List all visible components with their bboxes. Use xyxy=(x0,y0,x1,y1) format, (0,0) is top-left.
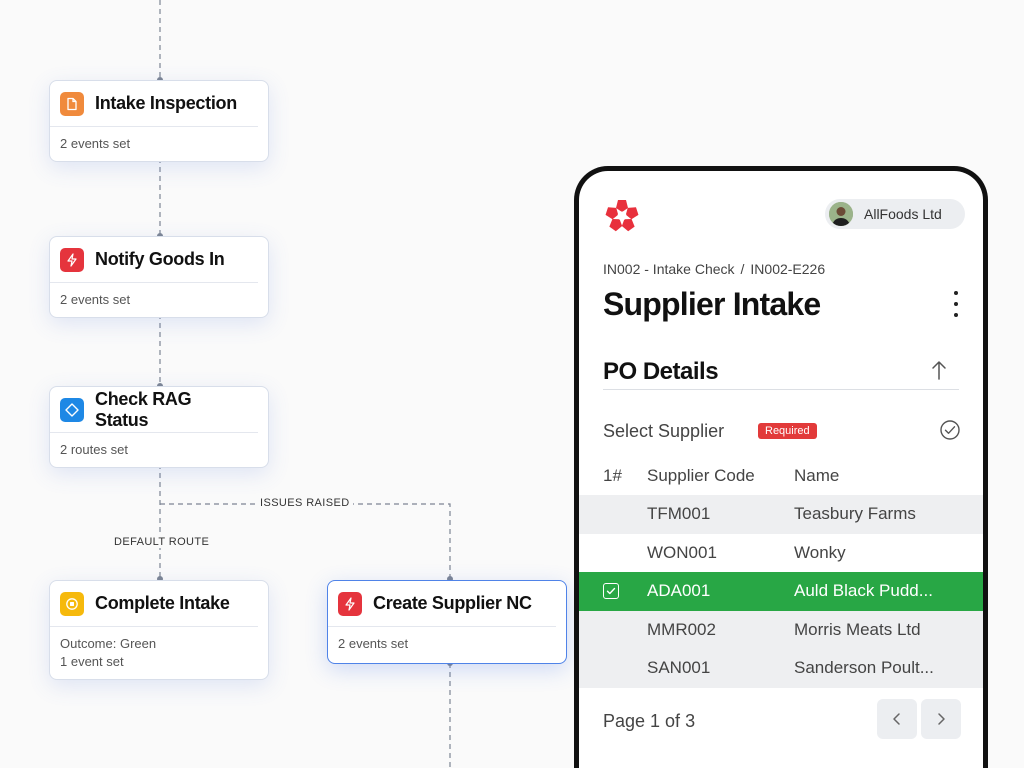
section-title: PO Details xyxy=(603,358,719,385)
lightning-icon xyxy=(338,591,362,616)
supplier-name: Wonky xyxy=(794,542,846,562)
node-title: Check RAG Status xyxy=(95,388,192,430)
check-circle-icon[interactable] xyxy=(939,419,961,441)
supplier-name: Auld Black Pudd... xyxy=(794,581,933,601)
node-detail: 2 routes set xyxy=(60,442,128,457)
column-header: 1# xyxy=(603,466,622,485)
node-detail: 2 events set xyxy=(338,636,409,651)
breadcrumb-item[interactable]: IN002 - Intake Check xyxy=(603,261,735,277)
supplier-name: Morris Meats Ltd xyxy=(794,619,921,639)
route-label-default: DEFAULT ROUTE xyxy=(111,536,213,548)
required-badge: Required xyxy=(758,423,817,439)
table-header: 1# Supplier Code Name xyxy=(579,457,983,495)
section-divider xyxy=(603,389,959,390)
node-detail: 1 event set xyxy=(60,654,124,669)
previous-page-button[interactable] xyxy=(877,699,917,739)
table-row-selected[interactable]: ADA001 Auld Black Pudd... xyxy=(579,572,983,611)
brand-logo-icon xyxy=(605,200,639,232)
org-name: AllFoods Ltd xyxy=(864,206,942,222)
node-intake-inspection[interactable]: Intake Inspection 2 events set xyxy=(49,80,269,162)
org-switcher[interactable]: AllFoods Ltd xyxy=(825,199,965,229)
breadcrumb: IN002 - Intake Check / IN002-E226 xyxy=(603,261,825,277)
supplier-code: MMR002 xyxy=(647,619,716,639)
node-complete-intake[interactable]: Complete Intake Outcome: Green 1 event s… xyxy=(49,580,269,680)
supplier-code: SAN001 xyxy=(647,658,711,678)
node-notify-goods-in[interactable]: Notify Goods In 2 events set xyxy=(49,236,269,318)
breadcrumb-separator: / xyxy=(740,261,745,277)
diamond-icon xyxy=(60,397,84,422)
supplier-code: TFM001 xyxy=(647,504,711,524)
node-title: Intake Inspection xyxy=(95,93,237,113)
supplier-code: WON001 xyxy=(647,542,717,562)
table-row[interactable]: WON001 Wonky xyxy=(579,534,983,573)
node-detail: 2 events set xyxy=(60,136,131,151)
page-title: Supplier Intake xyxy=(603,286,821,322)
node-title: Complete Intake xyxy=(95,593,230,613)
more-options-icon[interactable] xyxy=(951,291,961,317)
node-outcome: Outcome: Green xyxy=(60,636,157,651)
route-label-issues: ISSUES RAISED xyxy=(257,497,353,509)
next-page-button[interactable] xyxy=(921,699,961,739)
supplier-code: ADA001 xyxy=(647,581,711,601)
node-detail: 2 events set xyxy=(60,292,131,307)
table-row[interactable]: TFM001 Teasbury Farms xyxy=(579,495,983,534)
column-header: Name xyxy=(794,466,840,485)
phone-screen: AllFoods Ltd IN002 - Intake Check / IN002-… xyxy=(579,171,983,768)
pagination-label: Page 1 of 3 xyxy=(603,711,696,731)
node-create-supplier-nc[interactable]: Create Supplier NC 2 events set xyxy=(327,580,567,664)
column-header: Supplier Code xyxy=(647,466,755,485)
field-label: Select Supplier xyxy=(603,421,725,441)
chevron-left-icon xyxy=(893,713,900,725)
lightning-icon xyxy=(60,247,84,272)
supplier-name: Teasbury Farms xyxy=(794,504,916,524)
node-check-rag-status[interactable]: Check RAG Status 2 routes set xyxy=(49,386,269,468)
table-row[interactable]: SAN001 Sanderson Poult... xyxy=(579,649,983,688)
breadcrumb-item[interactable]: IN002-E226 xyxy=(750,261,825,277)
table-row[interactable]: MMR002 Morris Meats Ltd xyxy=(579,610,983,649)
canvas: ISSUES RAISED DEFAULT ROUTE Intake Inspe… xyxy=(0,0,1024,768)
node-title: Create Supplier NC xyxy=(373,593,532,613)
chevron-right-icon xyxy=(938,713,945,725)
supplier-table: 1# Supplier Code Name TFM001 Teasbury Fa… xyxy=(579,457,983,688)
node-title: Notify Goods In xyxy=(95,249,225,269)
phone-frame: AllFoods Ltd IN002 - Intake Check / IN002-… xyxy=(574,166,988,768)
arrow-up-icon[interactable] xyxy=(929,359,949,381)
supplier-name: Sanderson Poult... xyxy=(794,658,934,678)
document-icon xyxy=(60,91,84,116)
avatar xyxy=(829,202,853,226)
checkbox-checked-icon[interactable] xyxy=(603,583,619,600)
stop-icon xyxy=(60,591,84,616)
